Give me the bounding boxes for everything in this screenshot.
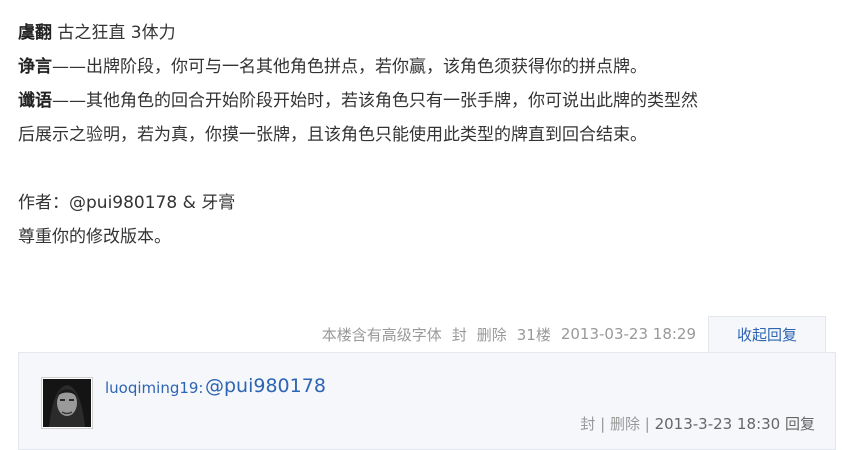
reply-sep-2: | [644, 415, 650, 433]
reply-username[interactable]: luoqiming19: [105, 379, 204, 397]
reply-block-link[interactable]: 封 [580, 415, 595, 433]
hero-name: 虞翻 [18, 23, 52, 43]
collapse-replies-button[interactable]: 收起回复 [708, 315, 826, 353]
respect-line: 尊重你的修改版本。 [18, 227, 171, 247]
reply-mention[interactable]: @pui980178 [205, 375, 326, 397]
reply-sep-1: | [600, 415, 606, 433]
reply-area: luoqiming19: @pui980178 封 | 删除 | 2013-3-… [18, 352, 836, 450]
reply-time: 2013-3-23 18:30 [654, 415, 781, 433]
avatar-image [43, 379, 91, 427]
reply-button[interactable]: 回复 [785, 415, 815, 433]
skill-2-desc: ——其他角色的回合开始阶段开始时，若该角色只有一张手牌，你可说出此牌的类型然 [52, 91, 698, 111]
font-note: 本楼含有高级字体 [321, 325, 442, 344]
reply-meta: 封 | 删除 | 2013-3-23 18:30 回复 [580, 413, 815, 434]
block-link[interactable]: 封 [452, 324, 467, 345]
author-line: 作者：@pui980178 & 牙膏 [18, 193, 236, 213]
floor-number: 31楼 [516, 325, 551, 344]
delete-link[interactable]: 删除 [477, 324, 507, 345]
skill-1-desc: ——出牌阶段，你可与一名其他角色拼点，若你赢，该角色须获得你的拼点牌。 [52, 57, 647, 77]
skill-2-name: 谶语 [18, 91, 52, 111]
reply-delete-link[interactable]: 删除 [610, 415, 640, 433]
post-line-skill-2: 谶语——其他角色的回合开始阶段开始时，若该角色只有一张手牌，你可说出此牌的类型然 [18, 84, 828, 118]
post-line-hero: 虞翻 古之狂直 3体力 [18, 16, 828, 50]
post-line-skill-1: 诤言——出牌阶段，你可与一名其他角色拼点，若你赢，该角色须获得你的拼点牌。 [18, 50, 828, 84]
hero-desc: 古之狂直 3体力 [57, 23, 176, 43]
avatar[interactable] [41, 377, 93, 429]
post-footer: 本楼含有高级字体 封 删除 31楼 2013-03-23 18:29 收起回复 [312, 315, 826, 353]
post-line-skill-2-cont: 后展示之验明，若为真，你摸一张牌，且该角色只能使用此类型的牌直到回合结束。 [18, 125, 647, 145]
post-content: 虞翻 古之狂直 3体力 诤言——出牌阶段，你可与一名其他角色拼点，若你赢，该角色… [18, 16, 828, 254]
skill-1-name: 诤言 [18, 57, 52, 77]
post-time: 2013-03-23 18:29 [560, 325, 696, 343]
